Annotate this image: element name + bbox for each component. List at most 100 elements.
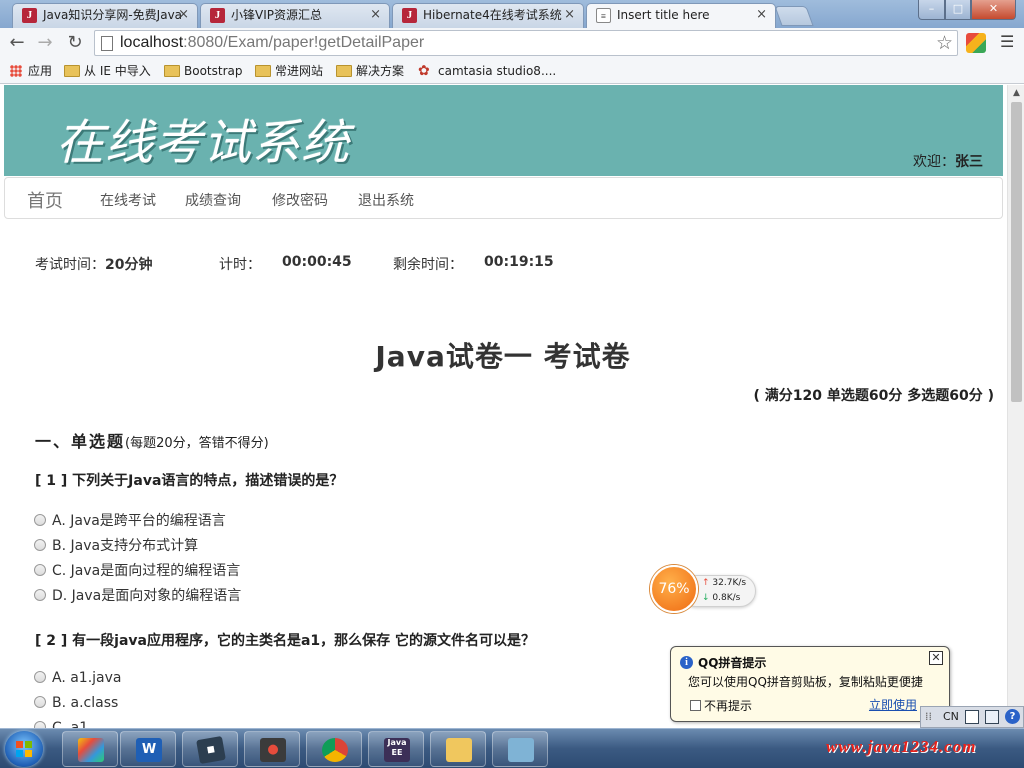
radio-button[interactable] <box>34 564 46 576</box>
upload-speed: ↑ 32.7K/s <box>702 578 746 588</box>
help-icon[interactable]: ? <box>1005 709 1020 724</box>
bookmark-label: 常进网站 <box>275 64 324 78</box>
radio-button[interactable] <box>34 721 46 728</box>
q2-option-b[interactable]: B. a.class <box>34 695 118 711</box>
ime-settings-icon[interactable] <box>985 710 999 724</box>
browser-tab-2[interactable]: J 小锋VIP资源汇总 × <box>200 3 390 28</box>
radio-button[interactable] <box>34 671 46 683</box>
bookmark-star-icon[interactable]: ☆ <box>936 32 953 54</box>
ime-language[interactable]: CN <box>943 707 959 727</box>
option-label: D. Java是面向对象的编程语言 <box>52 588 242 604</box>
url-text[interactable]: localhost:8080/Exam/paper!getDetailPaper <box>120 33 424 53</box>
close-icon[interactable]: ✕ <box>929 651 943 665</box>
radio-button[interactable] <box>34 696 46 708</box>
scrollbar-thumb[interactable] <box>1011 102 1022 402</box>
reload-icon[interactable]: ↻ <box>64 32 86 54</box>
taskbar-wps-writer[interactable]: W <box>120 731 176 767</box>
address-bar[interactable]: localhost:8080/Exam/paper!getDetailPaper… <box>94 30 958 56</box>
new-tab-button[interactable] <box>774 6 814 26</box>
nav-change-password[interactable]: 修改密码 <box>272 190 328 210</box>
nav-score-query[interactable]: 成绩查询 <box>185 190 241 210</box>
browser-tab-active[interactable]: ≡ Insert title here × <box>586 3 776 29</box>
q1-option-d[interactable]: D. Java是面向对象的编程语言 <box>34 585 241 605</box>
page-info-icon[interactable] <box>101 36 113 51</box>
windows-taskbar: W ▪ ● Java EE www.java1234.com <box>0 728 1024 768</box>
browser-menu-icon[interactable]: ☰ <box>1000 34 1014 50</box>
option-label: C. a1 <box>52 720 89 728</box>
tab-title: Java知识分享网-免费Java <box>43 8 183 22</box>
bookmark-label: 解决方案 <box>356 64 405 78</box>
use-now-link[interactable]: 立即使用 <box>869 696 917 713</box>
bookmark-camtasia[interactable]: ✿ camtasia studio8.... <box>418 62 556 80</box>
bookmark-bootstrap[interactable]: Bootstrap <box>164 62 242 80</box>
q1-option-b[interactable]: B. Java支持分布式计算 <box>34 535 198 555</box>
taskbar-chrome[interactable] <box>306 731 362 767</box>
option-label: A. a1.java <box>52 670 122 686</box>
url-host: localhost <box>120 34 184 51</box>
q1-option-a[interactable]: A. Java是跨平台的编程语言 <box>34 510 226 530</box>
start-button[interactable] <box>5 731 43 767</box>
bookmark-label: Bootstrap <box>184 64 243 78</box>
ime-keyboard-icon[interactable] <box>965 710 979 724</box>
bookmark-frequent-sites[interactable]: 常进网站 <box>255 62 323 80</box>
scroll-up-arrow-icon[interactable]: ▲ <box>1008 85 1024 101</box>
exam-remaining-label: 剩余时间： <box>393 257 463 273</box>
bookmark-label: camtasia studio8.... <box>438 64 557 78</box>
radio-button[interactable] <box>34 514 46 526</box>
notepad-icon <box>508 738 534 762</box>
q2-option-c[interactable]: C. a1 <box>34 720 88 728</box>
q2-option-a[interactable]: A. a1.java <box>34 670 122 686</box>
tab-close-icon[interactable]: × <box>756 4 767 26</box>
checkbox-icon[interactable] <box>690 700 701 711</box>
java-favicon-icon: J <box>210 8 225 23</box>
vertical-scrollbar[interactable]: ▲ <box>1007 85 1024 728</box>
bookmark-ie-import[interactable]: 从 IE 中导入 <box>64 62 151 80</box>
exam-duration-value: 20分钟 <box>105 257 153 273</box>
memory-usage-badge[interactable]: 76% <box>650 565 698 613</box>
taskbar-file-explorer[interactable] <box>430 731 486 767</box>
folder-icon <box>164 65 180 77</box>
bookmark-apps[interactable]: 应用 <box>8 62 52 80</box>
q1-option-c[interactable]: C. Java是面向过程的编程语言 <box>34 560 240 580</box>
exam-remaining-time: 00:19:15 <box>484 254 554 270</box>
taskbar-terminal[interactable]: ▪ <box>182 731 238 767</box>
bookmark-solutions[interactable]: 解决方案 <box>336 62 404 80</box>
dont-show-again-checkbox[interactable]: 不再提示 <box>690 697 752 714</box>
network-speed-widget[interactable]: 76% ↑ 32.7K/s ↓ 0.8K/s <box>650 565 758 615</box>
option-label: A. Java是跨平台的编程语言 <box>52 513 226 529</box>
extension-icon[interactable] <box>966 33 986 53</box>
tab-close-icon[interactable]: × <box>370 4 381 26</box>
browser-tab-1[interactable]: J Java知识分享网-免费Java × <box>12 3 198 28</box>
java-favicon-icon: J <box>402 8 417 23</box>
browser-tab-3[interactable]: J Hibernate4在线考试系统 × <box>392 3 584 28</box>
tab-close-icon[interactable]: × <box>178 4 189 26</box>
browser-tabbar: J Java知识分享网-免费Java × J 小锋VIP资源汇总 × J Hib… <box>0 0 1024 29</box>
back-arrow-icon[interactable]: ← <box>6 32 28 54</box>
forward-arrow-icon[interactable]: → <box>34 32 56 54</box>
exam-duration: 考试时间：20分钟 <box>35 254 152 274</box>
nav-online-exam[interactable]: 在线考试 <box>100 190 156 210</box>
grip-icon[interactable]: ⁞⁞ <box>925 707 932 727</box>
question-2: [ 2 ] 有一段java应用程序，它的主类名是a1，那么保存 它的源文件名可以… <box>35 633 536 649</box>
taskbar-app-1[interactable] <box>62 731 118 767</box>
minimize-button[interactable]: – <box>918 0 945 20</box>
tab-close-icon[interactable]: × <box>564 4 575 26</box>
exam-elapsed-time: 00:00:45 <box>282 254 352 270</box>
close-window-button[interactable]: ✕ <box>971 0 1016 20</box>
taskbar-java-ee-ide[interactable]: Java EE <box>368 731 424 767</box>
radio-button[interactable] <box>34 589 46 601</box>
maximize-button[interactable]: □ <box>945 0 971 20</box>
exam-remaining-value: 00:19:15 <box>484 254 554 270</box>
option-label: C. Java是面向过程的编程语言 <box>52 563 241 579</box>
url-path: :8080/Exam/paper!getDetailPaper <box>183 34 425 51</box>
taskbar-notepad[interactable] <box>492 731 548 767</box>
nav-logout[interactable]: 退出系统 <box>358 190 414 210</box>
radio-button[interactable] <box>34 539 46 551</box>
bookmarks-bar: 应用 从 IE 中导入 Bootstrap 常进网站 解决方案 ✿ camtasi… <box>0 58 1024 84</box>
ime-toolbar[interactable]: ⁞⁞ CN ? <box>920 706 1024 728</box>
taskbar-tool[interactable]: ● <box>244 731 300 767</box>
nav-home[interactable]: 首页 <box>27 187 63 213</box>
tab-title: Hibernate4在线考试系统 <box>423 8 562 22</box>
option-label: B. a.class <box>52 695 119 711</box>
user-name: 张三 <box>955 154 983 170</box>
